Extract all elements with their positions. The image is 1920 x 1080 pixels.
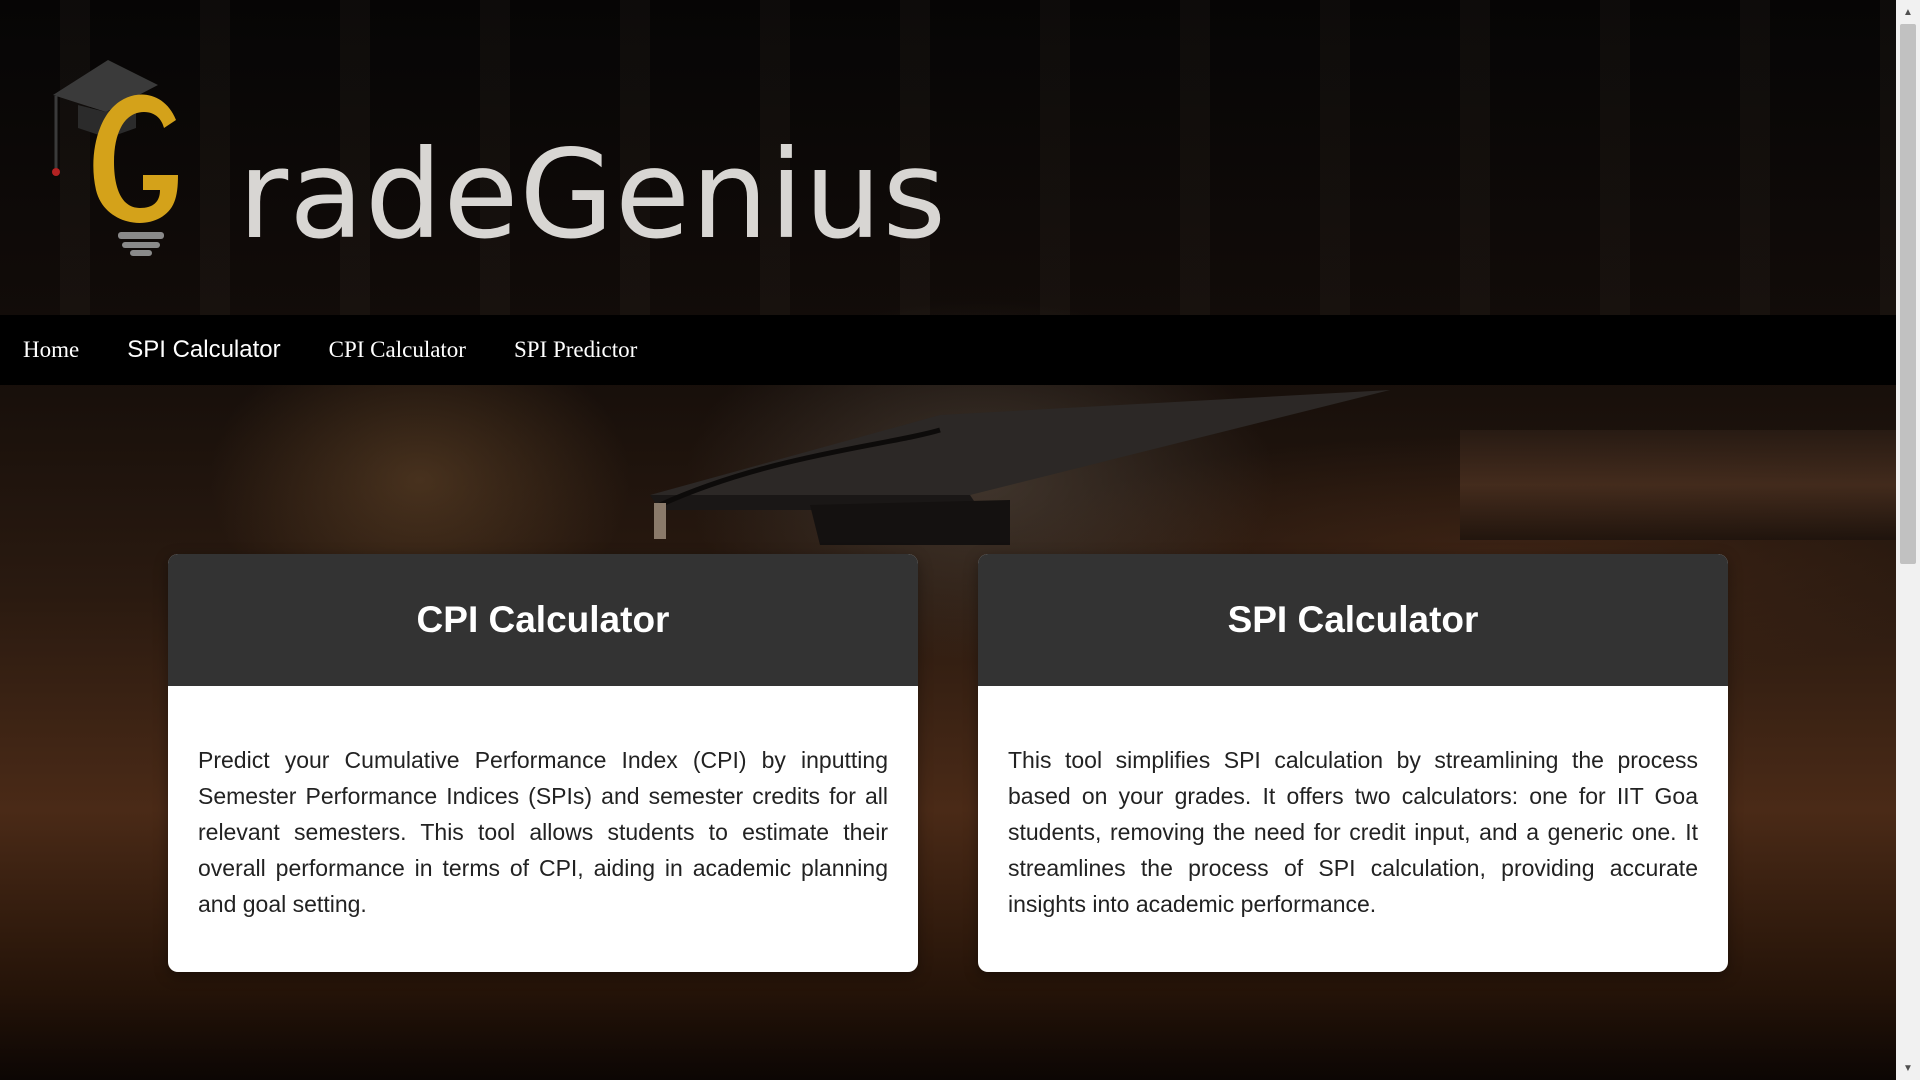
- card-header: CPI Calculator: [168, 554, 918, 686]
- cpi-calculator-card[interactable]: CPI Calculator Predict your Cumulative P…: [168, 554, 918, 972]
- card-header: SPI Calculator: [978, 554, 1728, 686]
- card-title: CPI Calculator: [416, 599, 670, 640]
- nav-cpi-calculator[interactable]: CPI Calculator: [329, 337, 466, 363]
- nav-spi-calculator[interactable]: SPI Calculator: [127, 336, 280, 364]
- nav-home[interactable]: Home: [23, 337, 79, 363]
- card-title: SPI Calculator: [1227, 599, 1479, 640]
- brand-logo[interactable]: radeGenius: [48, 50, 946, 260]
- nav-spi-predictor[interactable]: SPI Predictor: [514, 337, 637, 363]
- scroll-up-icon[interactable]: ▲: [1896, 2, 1920, 22]
- spi-calculator-card[interactable]: SPI Calculator This tool simplifies SPI …: [978, 554, 1728, 972]
- scroll-down-icon[interactable]: ▼: [1896, 1058, 1920, 1078]
- graduation-cap-decoration: [650, 390, 1390, 545]
- brand-name-text: radeGenius: [238, 124, 948, 266]
- vertical-scrollbar[interactable]: ▲ ▼: [1896, 0, 1920, 1080]
- card-description: Predict your Cumulative Performance Inde…: [198, 747, 888, 917]
- main-navigation: Home SPI Calculator CPI Calculator SPI P…: [0, 315, 1896, 385]
- graduation-cap-lightbulb-icon: [52, 60, 178, 256]
- scrollbar-thumb[interactable]: [1900, 24, 1916, 564]
- background-books-stack: [1460, 430, 1896, 540]
- card-description: This tool simplifies SPI calculation by …: [1008, 747, 1698, 917]
- brand-name: radeGenius: [238, 134, 947, 256]
